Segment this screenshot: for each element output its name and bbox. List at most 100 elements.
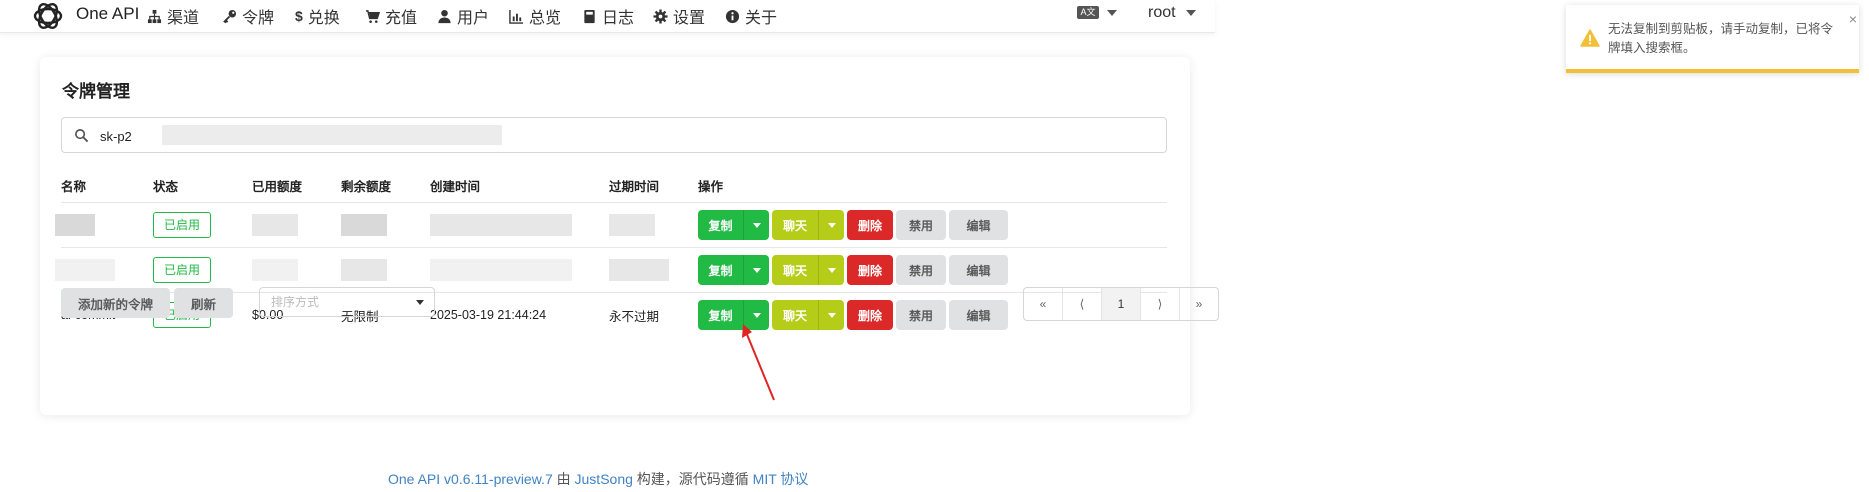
prev-page-button[interactable]: ⟨ — [1063, 288, 1102, 320]
search-box[interactable] — [61, 117, 1167, 153]
nav-item-topup[interactable]: 充值 — [365, 4, 417, 28]
nav-item-about[interactable]: 关于 — [725, 4, 777, 28]
copy-split-button: 复制 — [698, 210, 769, 240]
redacted-search-text — [162, 125, 502, 145]
cell-actions: 复制 聊天 删除 禁用 编辑 — [698, 247, 1167, 293]
edit-button[interactable]: 编辑 — [949, 300, 1008, 330]
cell-remaining — [341, 202, 430, 248]
nav-item-channels[interactable]: 渠道 — [147, 4, 199, 28]
site-footer: One API v0.6.11-preview.7 由 JustSong 构建，… — [388, 469, 808, 489]
user-icon — [438, 9, 451, 23]
table-header-row: 名称 状态 已用额度 剩余额度 创建时间 过期时间 操作 — [61, 169, 1167, 203]
column-header-expires[interactable]: 过期时间 — [609, 169, 698, 203]
author-link[interactable]: JustSong — [575, 471, 633, 487]
chevron-down-icon — [827, 222, 836, 228]
bar-chart-icon — [509, 9, 524, 24]
first-page-button[interactable]: « — [1024, 288, 1063, 320]
disable-button[interactable]: 禁用 — [896, 300, 946, 330]
chat-dropdown-button[interactable] — [818, 300, 844, 330]
chat-dropdown-button[interactable] — [818, 210, 844, 240]
delete-button[interactable]: 删除 — [847, 300, 893, 330]
version-link[interactable]: One API v0.6.11-preview.7 — [388, 471, 553, 487]
column-header-remaining[interactable]: 剩余额度 — [341, 169, 430, 203]
nav-item-redeem[interactable]: $ 兑换 — [295, 4, 340, 28]
gear-icon — [653, 8, 668, 24]
cell-used — [252, 247, 341, 293]
status-badge: 已启用 — [153, 212, 212, 238]
chevron-down-icon — [827, 312, 836, 318]
redacted-block — [252, 214, 298, 236]
column-header-status[interactable]: 状态 — [153, 169, 252, 203]
cell-created — [430, 247, 609, 293]
dollar-icon: $ — [295, 8, 303, 24]
brand-name[interactable]: One API — [76, 4, 139, 24]
copy-button[interactable]: 复制 — [698, 210, 743, 240]
next-page-button[interactable]: ⟩ — [1141, 288, 1180, 320]
chat-button[interactable]: 聊天 — [772, 255, 818, 285]
copy-split-button: 复制 — [698, 255, 769, 285]
top-navbar: One API 渠道 令牌 $ 兑换 充值 用户 总览 日志 设置 关于 A文 … — [0, 0, 1215, 33]
copy-button[interactable]: 复制 — [698, 255, 743, 285]
language-switcher[interactable]: A文 — [1077, 6, 1117, 19]
refresh-button[interactable]: 刷新 — [174, 288, 234, 318]
cell-expires: 永不过期 — [609, 292, 698, 337]
redacted-block — [55, 259, 115, 281]
redacted-block — [609, 259, 669, 281]
column-header-actions: 操作 — [698, 180, 724, 194]
chat-button[interactable]: 聊天 — [772, 210, 818, 240]
sort-dropdown[interactable]: 排序方式 — [259, 287, 435, 317]
cell-name — [55, 202, 153, 248]
chevron-down-icon — [752, 312, 761, 318]
license-link[interactable]: MIT 协议 — [753, 471, 809, 487]
status-badge: 已启用 — [153, 257, 212, 283]
column-header-used[interactable]: 已用额度 — [252, 169, 341, 203]
toast-progress-bar — [1566, 69, 1859, 73]
add-token-button[interactable]: 添加新的令牌 — [61, 288, 171, 318]
nav-label: 令牌 — [242, 10, 275, 27]
search-icon — [75, 129, 89, 143]
key-icon — [223, 9, 237, 23]
nav-item-settings[interactable]: 设置 — [653, 4, 705, 28]
cell-created — [430, 202, 609, 248]
nav-item-logs[interactable]: 日志 — [582, 4, 634, 28]
nav-item-users[interactable]: 用户 — [437, 4, 489, 28]
openai-logo-icon[interactable] — [28, 0, 68, 36]
info-icon — [725, 9, 740, 23]
chevron-down-icon — [1107, 9, 1117, 16]
chevron-down-icon — [1185, 10, 1196, 16]
user-menu[interactable]: root — [1148, 4, 1196, 22]
page-1-button[interactable]: 1 — [1102, 288, 1141, 320]
edit-button[interactable]: 编辑 — [949, 255, 1008, 285]
delete-button[interactable]: 删除 — [847, 255, 893, 285]
redacted-block — [341, 259, 387, 281]
chevron-down-icon — [827, 267, 836, 273]
delete-button[interactable]: 删除 — [847, 210, 893, 240]
table-row: 已启用 复制 聊天 删除 禁用 编辑 — [55, 247, 1167, 293]
column-header-created[interactable]: 创建时间 — [430, 169, 609, 203]
disable-button[interactable]: 禁用 — [896, 210, 946, 240]
nav-item-tokens[interactable]: 令牌 — [222, 4, 274, 28]
pagination: « ⟨ 1 ⟩ » — [1023, 287, 1219, 321]
redacted-block — [55, 214, 95, 236]
disable-button[interactable]: 禁用 — [896, 255, 946, 285]
copy-dropdown-button[interactable] — [743, 210, 769, 240]
nav-label: 用户 — [457, 10, 490, 27]
cell-status: 已启用 — [153, 247, 252, 293]
toast-message: 无法复制到剪贴板，请手动复制，已将令牌填入搜索框。 — [1608, 22, 1834, 55]
nav-item-dashboard[interactable]: 总览 — [509, 4, 561, 28]
copy-button[interactable]: 复制 — [698, 300, 743, 330]
table-footer-actions: 添加新的令牌 刷新 — [61, 288, 234, 318]
column-header-name[interactable]: 名称 — [61, 169, 153, 203]
last-page-button[interactable]: » — [1180, 288, 1218, 320]
user-name: root — [1148, 4, 1176, 21]
copy-dropdown-button[interactable] — [743, 255, 769, 285]
token-management-card: 令牌管理 名称 状态 已用额度 剩余额度 创建时间 过期时间 操作 已启用 — [40, 57, 1219, 415]
warning-toast[interactable]: 无法复制到剪贴板，请手动复制，已将令牌填入搜索框。 × — [1566, 5, 1859, 73]
warning-icon — [1580, 29, 1600, 47]
book-icon — [584, 9, 595, 23]
nav-label: 关于 — [745, 10, 778, 27]
edit-button[interactable]: 编辑 — [949, 210, 1008, 240]
chat-dropdown-button[interactable] — [818, 255, 844, 285]
close-icon[interactable]: × — [1849, 12, 1857, 26]
cell-status: 已启用 — [153, 202, 252, 248]
